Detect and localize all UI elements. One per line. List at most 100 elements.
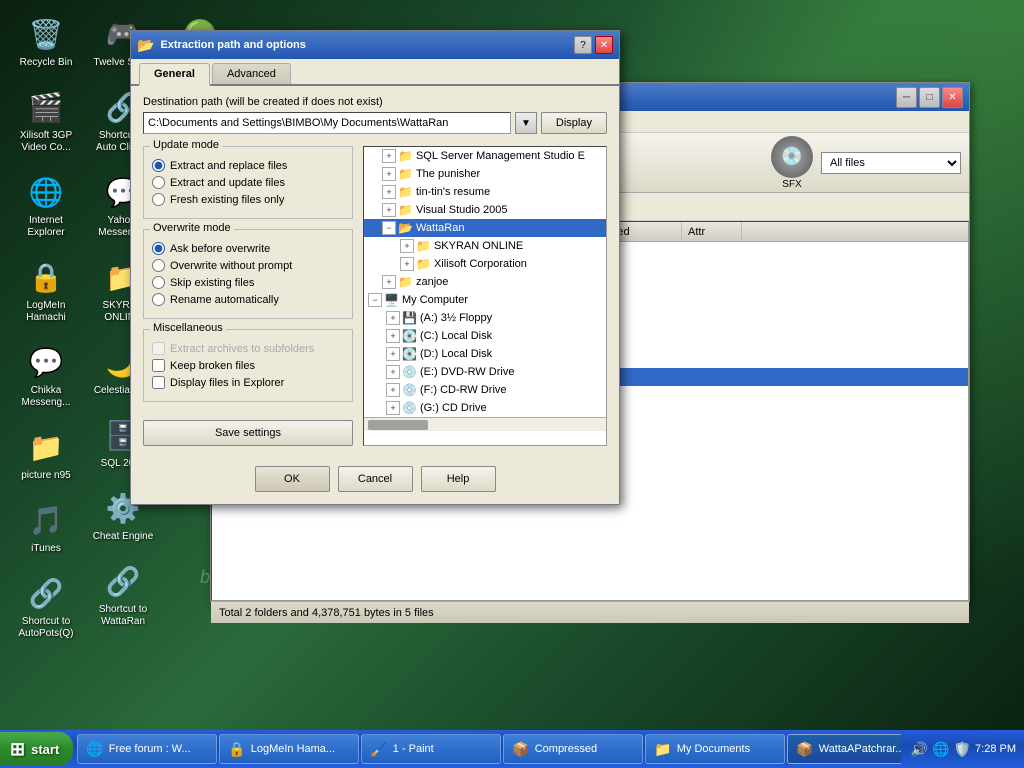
tray-network-icon[interactable]: 🌐	[932, 741, 949, 758]
dest-path-dropdown-button[interactable]: ▼	[515, 112, 537, 134]
desktop-icon-chikka[interactable]: 💬 Chikka Messeng...	[10, 338, 82, 413]
save-settings-button[interactable]: Save settings	[143, 420, 353, 446]
folder-tree[interactable]: + 📁 SQL Server Management Studio E + 📁 T…	[364, 147, 606, 417]
display-button[interactable]: Display	[541, 112, 607, 134]
cb-keep-broken-input[interactable]	[152, 359, 165, 372]
cancel-button[interactable]: Cancel	[338, 466, 413, 492]
tree-label-tintin: tin-tin's resume	[416, 186, 490, 198]
col-header-attr[interactable]: Attr	[682, 222, 742, 241]
tree-item-xilisoft[interactable]: + 📁 Xilisoft Corporation	[364, 255, 606, 273]
tree-item-vs2005[interactable]: + 📁 Visual Studio 2005	[364, 201, 606, 219]
desktop-icon-shortcut-autopots[interactable]: 🔗 Shortcut to AutoPots(Q)	[10, 569, 82, 644]
tree-item-floppy[interactable]: + 💾 (A:) 3½ Floppy	[364, 309, 606, 327]
start-orb-icon: ⊞	[10, 739, 25, 760]
help-button[interactable]: Help	[421, 466, 496, 492]
itunes-icon: 🎵	[26, 500, 66, 540]
itunes-label: iTunes	[31, 543, 61, 555]
tree-item-sql[interactable]: + 📁 SQL Server Management Studio E	[364, 147, 606, 165]
radio-extract-update-input[interactable]	[152, 176, 165, 189]
tab-advanced[interactable]: Advanced	[212, 63, 291, 84]
expand-vs2005[interactable]: +	[382, 203, 396, 217]
ok-button[interactable]: OK	[255, 466, 330, 492]
folder-icon-punisher: 📁	[398, 167, 413, 181]
radio-rename-auto-input[interactable]	[152, 293, 165, 306]
tree-item-e-drive[interactable]: + 💿 (E:) DVD-RW Drive	[364, 363, 606, 381]
taskbar-label-compressed: Compressed	[535, 743, 597, 755]
tree-item-punisher[interactable]: + 📁 The punisher	[364, 165, 606, 183]
tree-label-zanjoe: zanjoe	[416, 276, 448, 288]
tree-item-d-drive[interactable]: + 💽 (D:) Local Disk	[364, 345, 606, 363]
ie-icon: 🌐	[26, 172, 66, 212]
expand-e-drive[interactable]: +	[386, 365, 400, 379]
winrar-restore-button[interactable]: □	[919, 87, 940, 108]
expand-f-drive[interactable]: +	[386, 383, 400, 397]
tree-label-xilisoft: Xilisoft Corporation	[434, 258, 527, 270]
taskbar-item-my-documents[interactable]: 📁 My Documents	[645, 734, 785, 764]
radio-ask-before-label: Ask before overwrite	[170, 243, 270, 255]
desktop-icon-xilisoft[interactable]: 🎬 Xilisoft 3GP Video Co...	[10, 83, 82, 158]
dialog-titlebar[interactable]: 📂 Extraction path and options ? ✕	[131, 31, 619, 59]
expand-xilisoft[interactable]: +	[400, 257, 414, 271]
tree-item-skyran[interactable]: + 📁 SKYRAN ONLINE	[364, 237, 606, 255]
radio-overwrite-without-input[interactable]	[152, 259, 165, 272]
cb-display-explorer-input[interactable]	[152, 376, 165, 389]
tray-security-icon[interactable]: 🛡️	[954, 741, 971, 758]
winrar-close-button[interactable]: ✕	[942, 87, 963, 108]
desktop-icon-shortcut-wattaran[interactable]: 🔗 Shortcut to WattaRan	[87, 557, 159, 632]
radio-fresh-existing-label: Fresh existing files only	[170, 194, 284, 206]
taskbar-item-wattaapatchrar[interactable]: 📦 WattaAPatchrar...	[787, 734, 900, 764]
expand-d-drive[interactable]: +	[386, 347, 400, 361]
tree-item-wattaran[interactable]: − 📂 WattaRan	[364, 219, 606, 237]
expand-g-drive[interactable]: +	[386, 401, 400, 415]
ie-label: Internet Explorer	[14, 215, 78, 239]
taskbar-item-logmein[interactable]: 🔒 LogMeIn Hama...	[219, 734, 359, 764]
tree-item-my-computer[interactable]: − 🖥️ My Computer	[364, 291, 606, 309]
desktop-icon-ie[interactable]: 🌐 Internet Explorer	[10, 168, 82, 243]
radio-skip-existing-label: Skip existing files	[170, 277, 254, 289]
expand-sql[interactable]: +	[382, 149, 396, 163]
desktop-icon-recycle-bin[interactable]: 🗑️ Recycle Bin	[10, 10, 82, 73]
radio-fresh-existing-input[interactable]	[152, 193, 165, 206]
taskbar-item-paint[interactable]: 🖌️ 1 - Paint	[361, 734, 501, 764]
desktop-icon-itunes[interactable]: 🎵 iTunes	[10, 496, 82, 559]
tree-label-g-drive: (G:) CD Drive	[420, 402, 487, 414]
desktop-icon-logmein[interactable]: 🔒 LogMeIn Hamachi	[10, 253, 82, 328]
expand-c-drive[interactable]: +	[386, 329, 400, 343]
radio-extract-replace-input[interactable]	[152, 159, 165, 172]
tree-item-tintin[interactable]: + 📁 tin-tin's resume	[364, 183, 606, 201]
taskbar-label-paint: 1 - Paint	[393, 743, 434, 755]
dialog-close-button[interactable]: ✕	[595, 36, 613, 54]
expand-tintin[interactable]: +	[382, 185, 396, 199]
cheat-engine-label: Cheat Engine	[93, 531, 154, 543]
toolbar-dropdown[interactable]: All files	[821, 152, 961, 174]
start-button[interactable]: ⊞ start	[0, 732, 73, 766]
hscroll-thumb[interactable]	[368, 420, 428, 430]
dialog-help-button[interactable]: ?	[574, 36, 592, 54]
taskbar-item-free-forum[interactable]: 🌐 Free forum : W...	[77, 734, 217, 764]
tree-item-c-drive[interactable]: + 💽 (C:) Local Disk	[364, 327, 606, 345]
radio-ask-before-input[interactable]	[152, 242, 165, 255]
tree-horizontal-scrollbar[interactable]	[364, 417, 606, 431]
tab-general[interactable]: General	[139, 63, 210, 86]
sfx-icon: 💿	[771, 136, 813, 178]
expand-zanjoe[interactable]: +	[382, 275, 396, 289]
desktop-icon-picture-n95[interactable]: 📁 picture n95	[10, 423, 82, 486]
expand-punisher[interactable]: +	[382, 167, 396, 181]
tree-item-zanjoe[interactable]: + 📁 zanjoe	[364, 273, 606, 291]
tree-item-f-drive[interactable]: + 💿 (F:) CD-RW Drive	[364, 381, 606, 399]
expand-my-computer[interactable]: −	[368, 293, 382, 307]
winrar-minimize-button[interactable]: ─	[896, 87, 917, 108]
radio-skip-existing-input[interactable]	[152, 276, 165, 289]
floppy-icon: 💾	[402, 311, 417, 325]
cb-extract-subfolders-label: Extract archives to subfolders	[170, 343, 314, 355]
folder-tree-panel[interactable]: + 📁 SQL Server Management Studio E + 📁 T…	[363, 146, 607, 446]
expand-wattaran[interactable]: −	[382, 221, 396, 235]
tray-volume-icon[interactable]: 🔊	[911, 741, 928, 758]
cb-extract-subfolders-input[interactable]	[152, 342, 165, 355]
tree-item-g-drive[interactable]: + 💿 (G:) CD Drive	[364, 399, 606, 417]
dest-path-input[interactable]	[143, 112, 511, 134]
expand-floppy[interactable]: +	[386, 311, 400, 325]
expand-skyran[interactable]: +	[400, 239, 414, 253]
taskbar-item-compressed[interactable]: 📦 Compressed	[503, 734, 643, 764]
sfx-button[interactable]: 💿 SFX	[771, 136, 813, 190]
